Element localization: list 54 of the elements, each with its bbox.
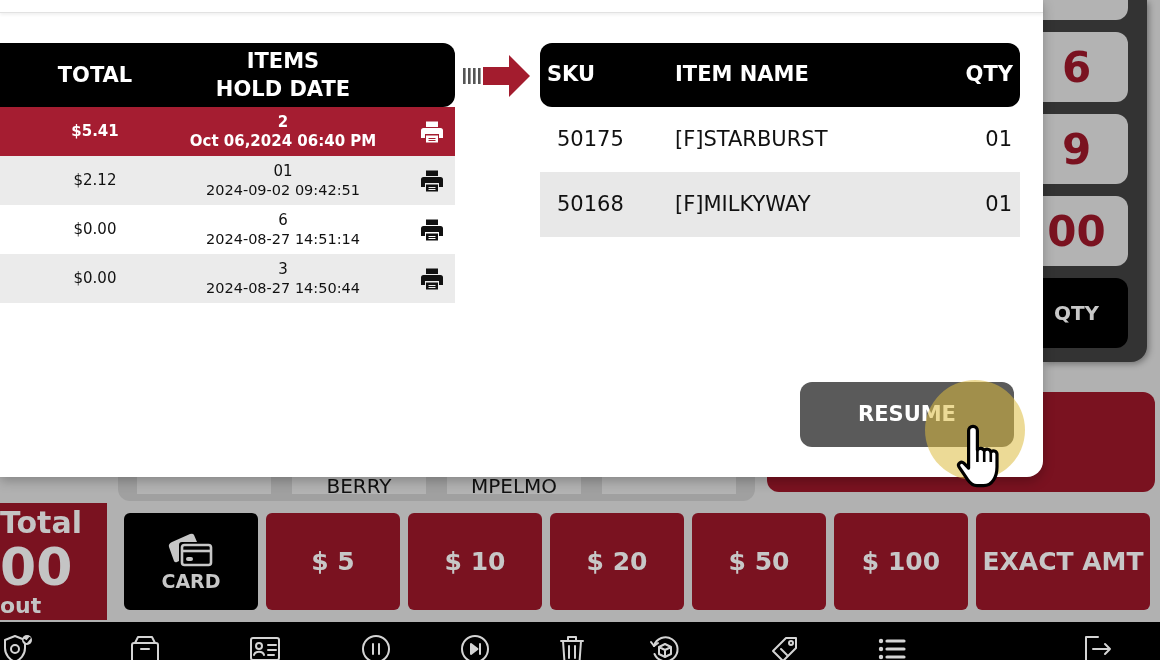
credit-card-icon (168, 531, 214, 568)
total-cell-text: $0.00 (73, 268, 117, 290)
printer-icon[interactable] (420, 266, 444, 291)
product-tile[interactable] (137, 477, 271, 494)
scan-arrow-icon (463, 55, 530, 97)
total-cell-text: $2.12 (73, 170, 117, 192)
table-cell-text: [F]STARBURST (675, 125, 829, 153)
table-cell-text: 01 (985, 125, 1013, 153)
table-cell-text: 50168 (556, 190, 625, 218)
table-cell-text: [F]MILKYWAY (675, 190, 812, 218)
column-header: ITEM NAME (675, 61, 810, 89)
cash-amount-button[interactable]: EXACT AMT (976, 513, 1150, 610)
product-tile[interactable]: BERRY (292, 477, 426, 494)
keypad-key[interactable]: 00 (1043, 196, 1128, 266)
printer-icon[interactable] (420, 217, 444, 242)
hold-date: 2024-08-27 14:51:14 (206, 229, 360, 249)
item-count: 2 (277, 112, 289, 132)
rotate-box-icon[interactable] (649, 633, 681, 660)
column-header: TOTAL (57, 62, 133, 89)
printer-icon[interactable] (420, 119, 444, 144)
item-count: 6 (278, 210, 288, 230)
product-tile[interactable]: MPELMO (447, 477, 581, 494)
total-amount: 00 (0, 540, 73, 594)
cash-amount-button[interactable]: $ 10 (408, 513, 542, 610)
cash-amount-button[interactable]: $ 50 (692, 513, 826, 610)
column-header: ITEMS (246, 48, 320, 75)
total-cell-text: $5.41 (71, 121, 119, 143)
total-cell-text: $0.00 (73, 219, 117, 241)
column-header: HOLD DATE (215, 76, 351, 103)
total-label: Total (0, 506, 82, 540)
shield-check-icon[interactable] (2, 633, 34, 660)
table-cell-text: 50175 (556, 125, 625, 153)
cash-amount-button[interactable]: $ 5 (266, 513, 400, 610)
table-cell-text: 01 (985, 190, 1013, 218)
hold-date: 2024-08-27 14:50:44 (206, 278, 360, 298)
item-count: 01 (273, 161, 293, 181)
hold-date: Oct 06,2024 06:40 PM (189, 131, 377, 151)
column-header: QTY (965, 61, 1014, 89)
pause-icon[interactable] (360, 633, 392, 660)
printer-icon[interactable] (420, 168, 444, 193)
keypad-key[interactable]: 9 (1043, 114, 1128, 184)
keypad-key[interactable]: 6 (1043, 32, 1128, 102)
card-payment-button[interactable]: CARD (124, 513, 258, 610)
cash-amount-button[interactable]: $ 100 (834, 513, 968, 610)
column-header: SKU (546, 61, 597, 89)
cash-amount-button[interactable]: $ 20 (550, 513, 684, 610)
drawer-icon[interactable] (129, 633, 161, 660)
item-count: 3 (278, 259, 288, 279)
hold-date: 2024-09-02 09:42:51 (206, 180, 360, 200)
resume-button[interactable]: RESUME (800, 382, 1014, 447)
skip-forward-icon[interactable] (459, 633, 491, 660)
total-note: out (0, 594, 42, 618)
product-tile[interactable] (602, 477, 736, 494)
keypad-key[interactable]: QTY (1043, 278, 1128, 348)
